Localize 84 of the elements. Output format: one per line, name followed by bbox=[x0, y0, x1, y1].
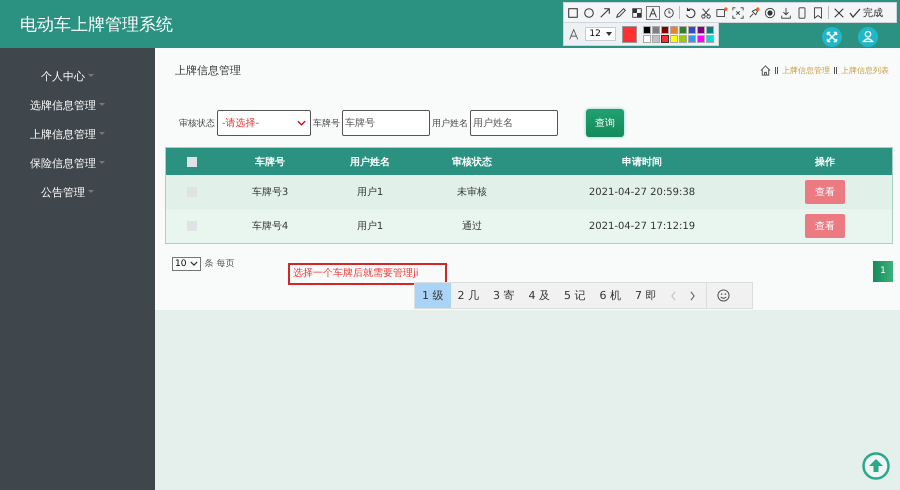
select-all-checkbox[interactable] bbox=[187, 156, 197, 166]
circle-icon[interactable] bbox=[583, 6, 595, 18]
color-swatch[interactable] bbox=[679, 26, 687, 34]
user-icon[interactable] bbox=[858, 27, 878, 47]
chevron-down-icon bbox=[190, 261, 198, 266]
font-size-icon bbox=[568, 28, 580, 40]
filter-label: 审核状态 bbox=[179, 118, 215, 130]
table-cell: 车牌号4 bbox=[252, 221, 288, 232]
ime-candidate[interactable]: 1 级 bbox=[415, 283, 450, 308]
record-icon[interactable] bbox=[764, 6, 776, 18]
chevron-down-icon bbox=[297, 120, 306, 126]
color-swatch[interactable] bbox=[706, 34, 714, 42]
color-swatch[interactable] bbox=[661, 34, 669, 42]
color-swatch[interactable] bbox=[688, 34, 696, 42]
check-icon bbox=[849, 8, 861, 18]
phone-icon[interactable] bbox=[796, 6, 808, 18]
home-icon[interactable] bbox=[760, 64, 771, 76]
color-swatch[interactable] bbox=[706, 26, 714, 34]
table-cell: 2021-04-27 17:12:19 bbox=[588, 220, 696, 232]
screen-icon[interactable] bbox=[716, 6, 728, 18]
done-button[interactable]: 完成 bbox=[849, 6, 883, 20]
frame-icon[interactable] bbox=[732, 6, 744, 18]
search-button[interactable]: 查询 bbox=[586, 109, 624, 137]
color-swatch[interactable] bbox=[643, 34, 651, 42]
column-header: 申请时间 bbox=[622, 156, 662, 168]
app-title: 电动车上牌管理系统 bbox=[20, 14, 173, 36]
ime-candidate[interactable]: 5 记 bbox=[557, 283, 592, 308]
page-size-select[interactable]: 10 bbox=[172, 256, 202, 271]
table-cell: 未审核 bbox=[457, 187, 487, 198]
filter-label: 用户姓名 bbox=[432, 118, 468, 130]
rectangle-icon[interactable] bbox=[567, 6, 579, 18]
sidebar-item[interactable]: 保险信息管理 bbox=[0, 149, 155, 178]
color-swatch[interactable] bbox=[670, 26, 678, 34]
page-title: 上牌信息管理 bbox=[175, 62, 241, 78]
color-swatch[interactable] bbox=[643, 26, 651, 34]
sidebar-item[interactable]: 个人中心 bbox=[0, 62, 155, 91]
fullscreen-icon[interactable] bbox=[822, 27, 842, 47]
color-swatch[interactable] bbox=[661, 26, 669, 34]
ime-candidate[interactable]: 6 机 bbox=[592, 283, 628, 308]
pencil-icon[interactable] bbox=[615, 6, 627, 18]
color-swatch[interactable] bbox=[688, 26, 696, 34]
search-field[interactable]: 车牌号 bbox=[342, 110, 430, 136]
color-swatch[interactable] bbox=[652, 26, 660, 34]
table-cell: 用户1 bbox=[356, 187, 384, 198]
filter-label: 车牌号 bbox=[313, 118, 340, 130]
status-select[interactable]: -请选择- bbox=[217, 110, 311, 136]
sidebar-item[interactable]: 公告管理 bbox=[0, 178, 155, 207]
text-icon[interactable] bbox=[647, 6, 659, 18]
text-annotation[interactable]: 选择一个车牌后就需要管理ji bbox=[288, 263, 447, 285]
column-header: 用户姓名 bbox=[350, 156, 390, 168]
column-header: 审核状态 bbox=[452, 156, 492, 168]
search-field[interactable]: 用户姓名 bbox=[470, 110, 558, 136]
color-swatch[interactable] bbox=[670, 34, 678, 42]
color-swatch[interactable] bbox=[679, 34, 687, 42]
back-to-top-icon[interactable] bbox=[862, 452, 890, 480]
column-header: 操作 bbox=[815, 156, 835, 168]
chevron-right-icon[interactable] bbox=[688, 290, 696, 300]
ime-candidate[interactable]: 4 及 bbox=[522, 283, 557, 308]
color-swatch[interactable] bbox=[652, 34, 660, 42]
color-swatch[interactable] bbox=[697, 26, 705, 34]
ime-candidate[interactable]: 7 即 bbox=[628, 283, 664, 308]
table-cell: 车牌号3 bbox=[252, 187, 288, 198]
sidebar-item[interactable]: 选牌信息管理 bbox=[0, 91, 155, 120]
table-cell: 用户1 bbox=[356, 221, 384, 232]
arrow-icon[interactable] bbox=[599, 6, 611, 18]
color-swatch[interactable] bbox=[697, 34, 705, 42]
pin-icon[interactable] bbox=[748, 6, 760, 18]
table-cell: 2021-04-27 20:59:38 bbox=[588, 186, 696, 198]
current-color-swatch[interactable] bbox=[622, 26, 637, 42]
ime-candidate[interactable]: 3 寄 bbox=[486, 283, 522, 308]
page-size-label: 条 每页 bbox=[204, 258, 234, 270]
font-size-select[interactable]: 12 bbox=[585, 27, 616, 41]
bookmark-icon[interactable] bbox=[812, 6, 824, 18]
mosaic-icon[interactable] bbox=[631, 6, 643, 18]
close-icon[interactable] bbox=[833, 6, 845, 18]
download-icon[interactable] bbox=[780, 6, 792, 18]
ime-candidate[interactable]: 2 几 bbox=[450, 283, 486, 308]
column-header: 车牌号 bbox=[255, 156, 285, 168]
scissors-icon[interactable] bbox=[700, 6, 712, 18]
sidebar-item[interactable]: 上牌信息管理 bbox=[0, 120, 155, 149]
undo-icon[interactable] bbox=[684, 6, 696, 18]
table-cell: 通过 bbox=[462, 221, 482, 232]
clock-icon[interactable] bbox=[663, 6, 675, 18]
smiley-icon[interactable] bbox=[716, 289, 730, 302]
